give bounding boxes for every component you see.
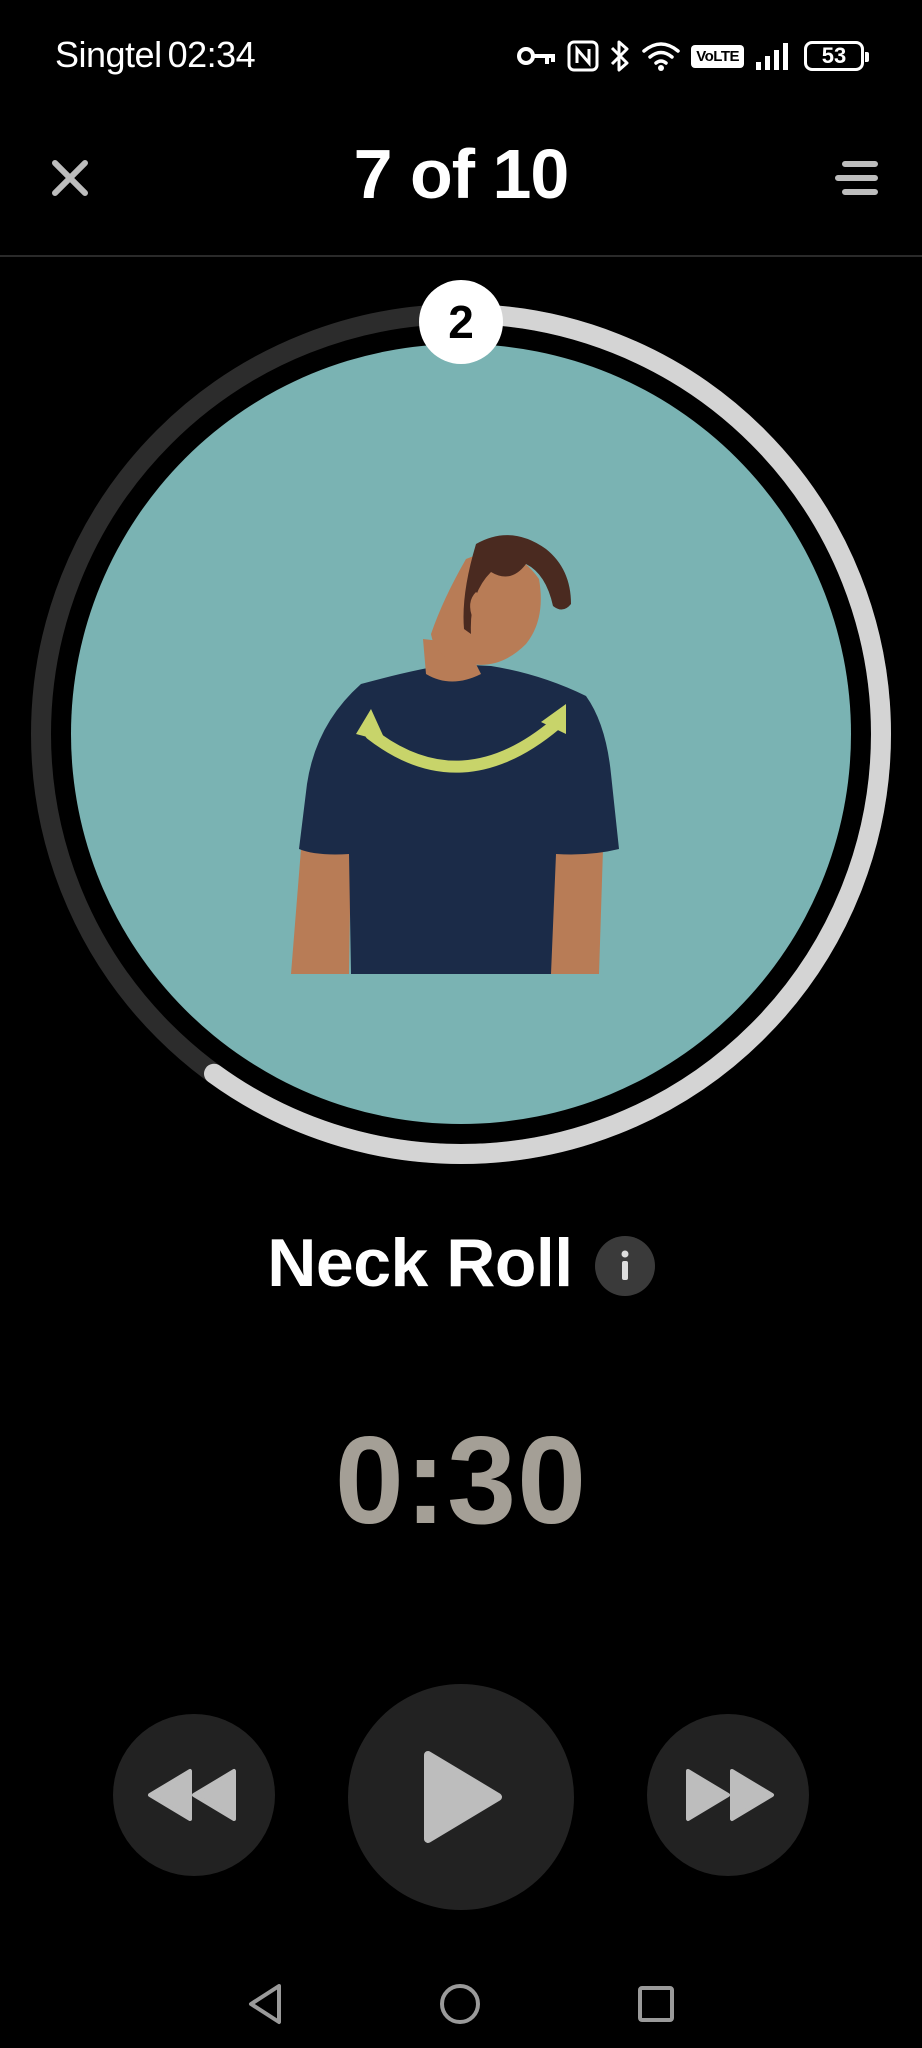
wifi-icon <box>641 40 681 72</box>
rewind-button[interactable] <box>113 1714 275 1876</box>
neck-roll-figure <box>291 535 619 974</box>
exercise-list-icon <box>835 161 878 195</box>
exercise-list-button[interactable] <box>826 148 886 208</box>
bluetooth-icon <box>609 39 631 73</box>
play-icon <box>424 1751 502 1843</box>
play-button[interactable] <box>348 1684 574 1910</box>
status-time: 02:34 <box>167 34 256 75</box>
volte-icon: VoLTE <box>691 44 744 68</box>
signal-icon <box>754 40 794 72</box>
exercise-illustration <box>71 344 851 1124</box>
battery-icon: 53 <box>804 41 869 71</box>
exercise-progress-title: 7 of 10 <box>353 135 570 213</box>
countdown-timer: 0:30 <box>334 1412 588 1550</box>
nav-recents-button[interactable] <box>626 1974 686 2034</box>
exercise-name: Neck Roll <box>267 1225 573 1301</box>
status-carrier-time: Singtel 02:34 <box>55 34 256 76</box>
fast-forward-icon <box>686 1769 774 1821</box>
system-nav-bar <box>0 1960 922 2048</box>
status-bar: Singtel 02:34 VoLTE 53 <box>0 0 922 112</box>
nfc-icon <box>567 40 599 72</box>
nav-home-button[interactable] <box>430 1974 490 2034</box>
info-icon <box>621 1250 629 1280</box>
rewind-icon <box>148 1769 236 1821</box>
nav-back-button[interactable] <box>235 1974 295 2034</box>
home-icon <box>440 1984 480 2024</box>
fast-forward-button[interactable] <box>647 1714 809 1876</box>
set-number-badge: 2 <box>419 280 503 364</box>
carrier-label: Singtel <box>55 34 162 75</box>
exercise-progress-ring: 2 <box>27 280 895 1168</box>
exercise-info-button[interactable] <box>594 1236 655 1296</box>
recents-icon <box>638 1986 674 2022</box>
key-icon <box>517 44 557 68</box>
status-icons: VoLTE 53 <box>517 36 869 76</box>
workout-header: 7 of 10 <box>0 112 922 257</box>
back-icon <box>249 1984 281 2024</box>
exercise-title-row: Neck Roll <box>0 1218 922 1308</box>
